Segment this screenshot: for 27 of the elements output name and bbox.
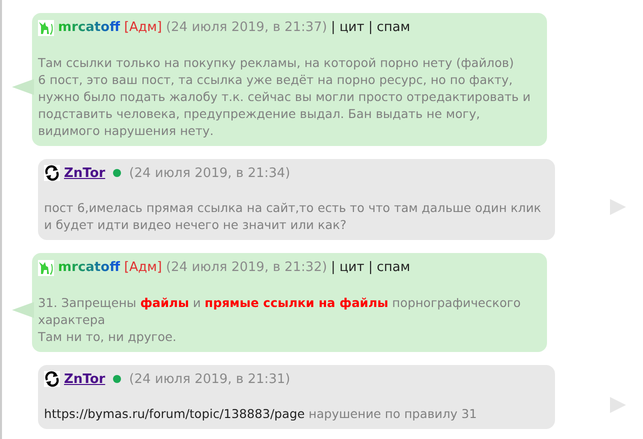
timestamp: (24 июля 2019, в 21:34) <box>129 164 290 182</box>
refresh-avatar-icon <box>44 371 60 388</box>
role-label: [Адм] <box>124 19 162 37</box>
action-link[interactable]: цит <box>339 258 364 278</box>
separator: | <box>331 259 336 277</box>
separator: | <box>331 19 336 37</box>
message-text: https://bymas.ru/forum/topic/138883/page нарушение по правилу 31 <box>44 406 478 423</box>
action-link[interactable]: цит <box>339 18 364 38</box>
timestamp: (24 июля 2019, в 21:32) <box>166 259 328 277</box>
action-link[interactable]: спам <box>376 258 410 278</box>
separator: | <box>368 19 373 37</box>
send-arrow-icon <box>610 199 626 216</box>
send-arrow-icon <box>610 396 626 413</box>
message-link[interactable]: https://bymas.ru/forum/topic/138883/page <box>44 407 305 421</box>
timestamp: (24 июля 2019, в 21:31) <box>129 370 290 388</box>
message-text: 31. Запрещены файлы и прямые ссылки на файлы порнографического характера Там ни то, ни другое. <box>38 294 522 346</box>
refresh-avatar-icon <box>44 165 60 182</box>
message-text: Там ссылки только на покупку рекламы, на которой порно нету (файлов) 6 пост, это ваш пост, та ссылка уже ведёт на порно ресурс, но по факту, нужно было подать жалобу т.к. сейчас вы могли просто отредактировать и подставить человека, предупреждение выдал. Бан выдать не могу, видимого нарушения нету. <box>38 54 532 140</box>
separator: | <box>368 259 373 277</box>
action-link[interactable]: спам <box>376 18 410 38</box>
message-text: пост 6,имелась прямая ссылка на сайт,то есть то что там дальше один клик и будет идти видео нечего не значит или как? <box>44 200 542 234</box>
author-link[interactable]: ZnTor <box>64 370 106 389</box>
cat-avatar-icon <box>38 20 54 36</box>
role-label: [Адм] <box>124 259 162 277</box>
author-link[interactable]: ZnTor <box>64 164 106 183</box>
cat-avatar-icon <box>38 260 54 276</box>
timestamp: (24 июля 2019, в 21:37) <box>166 19 328 37</box>
